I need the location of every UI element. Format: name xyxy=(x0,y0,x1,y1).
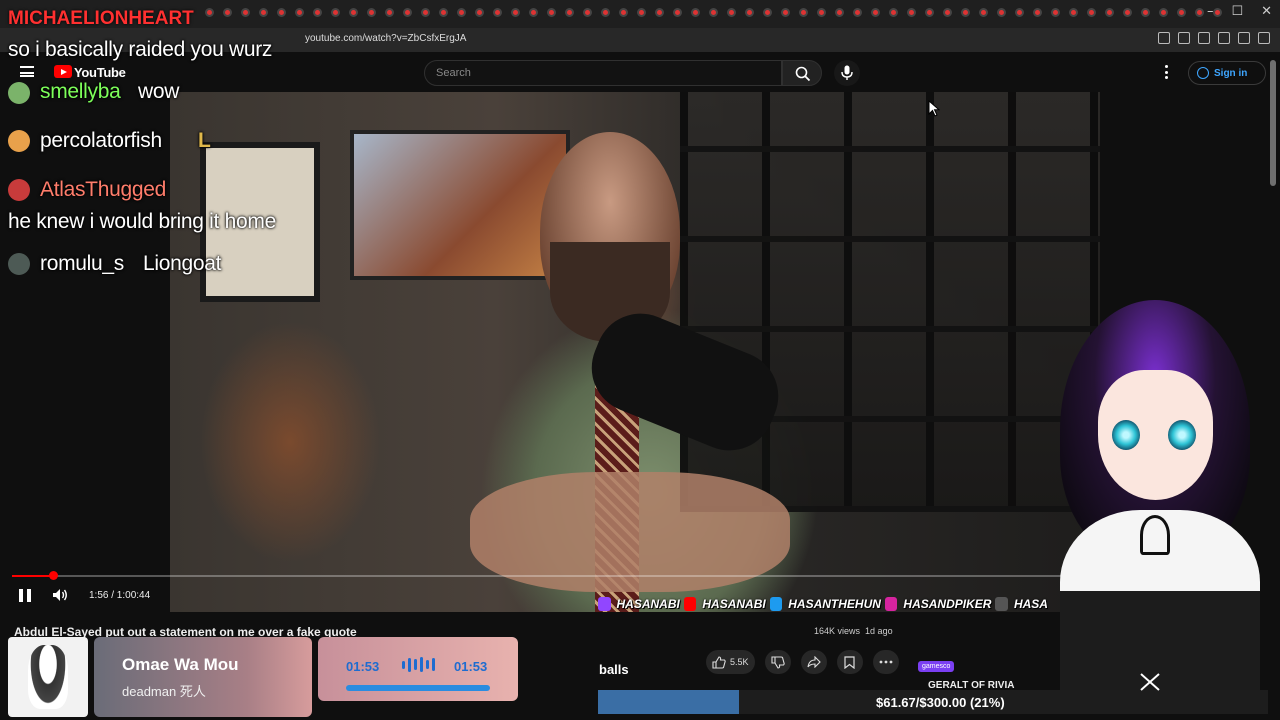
search-icon xyxy=(795,66,811,82)
social-icon xyxy=(995,597,1008,611)
avatar xyxy=(8,82,30,104)
chat-message: wow xyxy=(138,80,180,103)
donation-goal-fill xyxy=(598,690,739,714)
social-handle: HASANABI xyxy=(702,597,766,611)
chat-username: romulu_s xyxy=(40,252,124,275)
chat-message: Liongoat xyxy=(143,252,222,275)
overlay-caption: balls xyxy=(599,662,629,677)
search-button[interactable] xyxy=(782,60,822,86)
album-art xyxy=(8,637,88,717)
video-meta: 164K views 1d ago xyxy=(814,626,893,636)
instagram-icon xyxy=(884,597,898,611)
chat-username: smellyba xyxy=(40,80,121,103)
avatar xyxy=(8,253,30,275)
more-options-icon[interactable] xyxy=(1160,64,1174,80)
sign-in-button[interactable]: Sign in xyxy=(1188,61,1266,85)
social-handle: HASANABI xyxy=(616,597,680,611)
wall-painting xyxy=(350,130,570,280)
video-progress-bar[interactable] xyxy=(12,571,1092,580)
like-count: 5.5K xyxy=(730,657,749,667)
ellipsis-icon xyxy=(879,660,892,664)
chat-message: L xyxy=(198,129,211,152)
overlay-label: GERALT OF RIVIA xyxy=(928,680,1015,691)
page-scrollbar[interactable] xyxy=(1270,60,1276,186)
video-actions: 5.5K xyxy=(706,650,899,674)
video-progress-fill xyxy=(12,575,53,577)
menu-icon[interactable] xyxy=(20,66,34,77)
equalizer-icon xyxy=(402,657,435,672)
extension-icon[interactable] xyxy=(1178,32,1190,44)
avatar-eye xyxy=(1168,420,1196,450)
account-icon xyxy=(1197,67,1209,79)
donation-goal-text: $61.67/$300.00 (21%) xyxy=(876,695,1005,710)
save-button[interactable] xyxy=(836,650,863,674)
voice-search-button[interactable] xyxy=(834,60,860,86)
microphone-icon xyxy=(841,65,853,80)
thumbs-down-icon xyxy=(770,655,785,669)
mouse-cursor-icon xyxy=(928,100,940,117)
donation-goal-bar: $61.67/$300.00 (21%) xyxy=(598,690,1268,714)
close-icon[interactable] xyxy=(1138,672,1162,692)
now-playing-widget: Omae Wa Mou deadman 死人 01:53 01:53 xyxy=(8,637,518,717)
avatar-eye xyxy=(1112,420,1140,450)
chat-username: percolatorfish xyxy=(40,129,162,152)
extension-icon[interactable] xyxy=(1238,32,1250,44)
youtube-logo-text[interactable]: YouTube xyxy=(74,65,126,80)
pinned-tabs[interactable] xyxy=(205,8,1222,17)
search-input[interactable]: Search xyxy=(424,60,782,86)
youtube-icon xyxy=(683,597,697,611)
chat-message: so i basically raided you wurz xyxy=(8,38,273,61)
volume-icon[interactable] xyxy=(52,588,68,602)
bookmark-icon xyxy=(844,655,855,669)
social-handle: HASANDPIKER xyxy=(903,597,992,611)
thumbs-up-icon xyxy=(712,655,726,669)
extension-icons xyxy=(1158,32,1270,44)
search-placeholder: Search xyxy=(436,67,471,79)
share-icon xyxy=(806,656,821,668)
chat-username: AtlasThugged xyxy=(40,178,166,201)
dislike-button[interactable] xyxy=(764,650,791,674)
social-handles-banner: HASANABI HASANABI HASANTHEHUN HASANDPIKE… xyxy=(598,593,1048,615)
url-field[interactable]: youtube.com/watch?v=ZbCsfxErgJA xyxy=(305,33,466,44)
close-window-button[interactable]: ✕ xyxy=(1261,4,1272,19)
youtube-logo-icon[interactable] xyxy=(54,65,72,78)
more-actions-button[interactable] xyxy=(872,650,899,674)
avatar-ribbon xyxy=(1140,515,1170,555)
chat-username: MICHAELIONHEART xyxy=(8,8,194,29)
share-button[interactable] xyxy=(800,650,827,674)
song-elapsed: 01:53 xyxy=(346,659,380,674)
song-progress-bar xyxy=(346,685,490,691)
vtuber-avatar xyxy=(1040,300,1270,690)
social-handle: HASANTHEHUN xyxy=(788,597,881,611)
window-controls: – ☐ ✕ xyxy=(1207,4,1272,19)
song-title: Omae Wa Mou xyxy=(122,655,239,674)
video-time: 1:56 / 1:00:44 xyxy=(89,590,151,601)
song-artist: deadman 死人 xyxy=(122,684,206,699)
chat-message: he knew i would bring it home xyxy=(8,210,276,233)
extension-icon[interactable] xyxy=(1218,32,1230,44)
sign-in-label: Sign in xyxy=(1214,67,1248,79)
sponsor-badge: gamesco xyxy=(918,661,955,672)
extension-icon[interactable] xyxy=(1158,32,1170,44)
minimize-button[interactable]: – xyxy=(1207,4,1214,19)
maximize-button[interactable]: ☐ xyxy=(1231,4,1243,19)
video-scrubber[interactable] xyxy=(49,571,58,580)
twitter-icon xyxy=(769,597,783,611)
upload-age: 1d ago xyxy=(865,626,893,636)
song-duration: 01:53 xyxy=(454,659,488,674)
song-info-card: Omae Wa Mou deadman 死人 xyxy=(94,637,312,717)
like-button[interactable]: 5.5K xyxy=(706,650,755,674)
extension-icon[interactable] xyxy=(1198,32,1210,44)
view-count: 164K views xyxy=(814,626,861,636)
twitch-icon xyxy=(598,597,611,611)
streamer-hands xyxy=(470,472,790,592)
avatar xyxy=(8,179,30,201)
avatar xyxy=(8,130,30,152)
extension-icon[interactable] xyxy=(1258,32,1270,44)
song-progress-card: 01:53 01:53 xyxy=(318,637,518,701)
pause-icon[interactable] xyxy=(19,589,31,602)
bookshelf xyxy=(680,92,1100,512)
screen: – ☐ ✕ youtube.com/watch?v=ZbCsfxErgJA Yo… xyxy=(0,0,1280,720)
video-player[interactable] xyxy=(170,92,1100,612)
